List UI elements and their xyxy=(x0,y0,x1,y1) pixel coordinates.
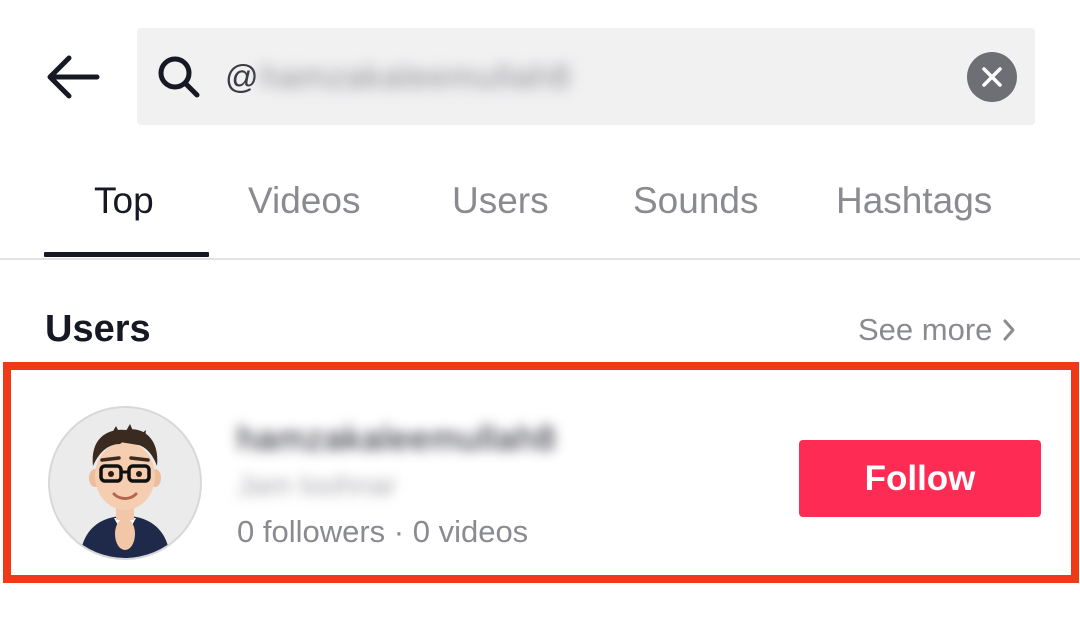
avatar[interactable] xyxy=(48,406,202,560)
search-prefix: @ xyxy=(225,57,259,95)
avatar-image xyxy=(80,424,170,558)
tab-top[interactable]: Top xyxy=(94,180,154,222)
close-icon xyxy=(982,67,1002,87)
follow-button[interactable]: Follow xyxy=(799,440,1041,517)
see-more-link[interactable]: See more xyxy=(858,312,1016,348)
arrow-left-icon xyxy=(47,55,100,99)
tab-videos[interactable]: Videos xyxy=(248,180,360,222)
search-bar[interactable]: @ hamzakaleemullah8 xyxy=(137,28,1035,125)
active-tab-indicator xyxy=(44,252,209,257)
search-icon xyxy=(158,56,200,98)
tab-bar: Top Videos Users Sounds Hashtags xyxy=(0,150,1080,260)
username[interactable]: hamzakaleemullah8 xyxy=(237,420,556,459)
tab-users[interactable]: Users xyxy=(452,180,549,222)
user-stats: 0 followers · 0 videos xyxy=(237,514,529,549)
back-button[interactable] xyxy=(40,44,106,110)
user-result-row[interactable]: hamzakaleemullah8 Jam loohnar 0 follower… xyxy=(3,362,1079,583)
search-query: hamzakaleemullah8 xyxy=(260,57,572,95)
chevron-right-icon xyxy=(1003,319,1015,341)
section-title: Users xyxy=(45,308,151,350)
nickname: Jam loohnar xyxy=(237,470,397,502)
search-input[interactable]: @ hamzakaleemullah8 xyxy=(225,28,571,125)
tab-hashtags[interactable]: Hashtags xyxy=(836,180,992,222)
clear-search-button[interactable] xyxy=(967,52,1017,102)
see-more-label: See more xyxy=(858,312,993,347)
tab-sounds[interactable]: Sounds xyxy=(633,180,759,222)
